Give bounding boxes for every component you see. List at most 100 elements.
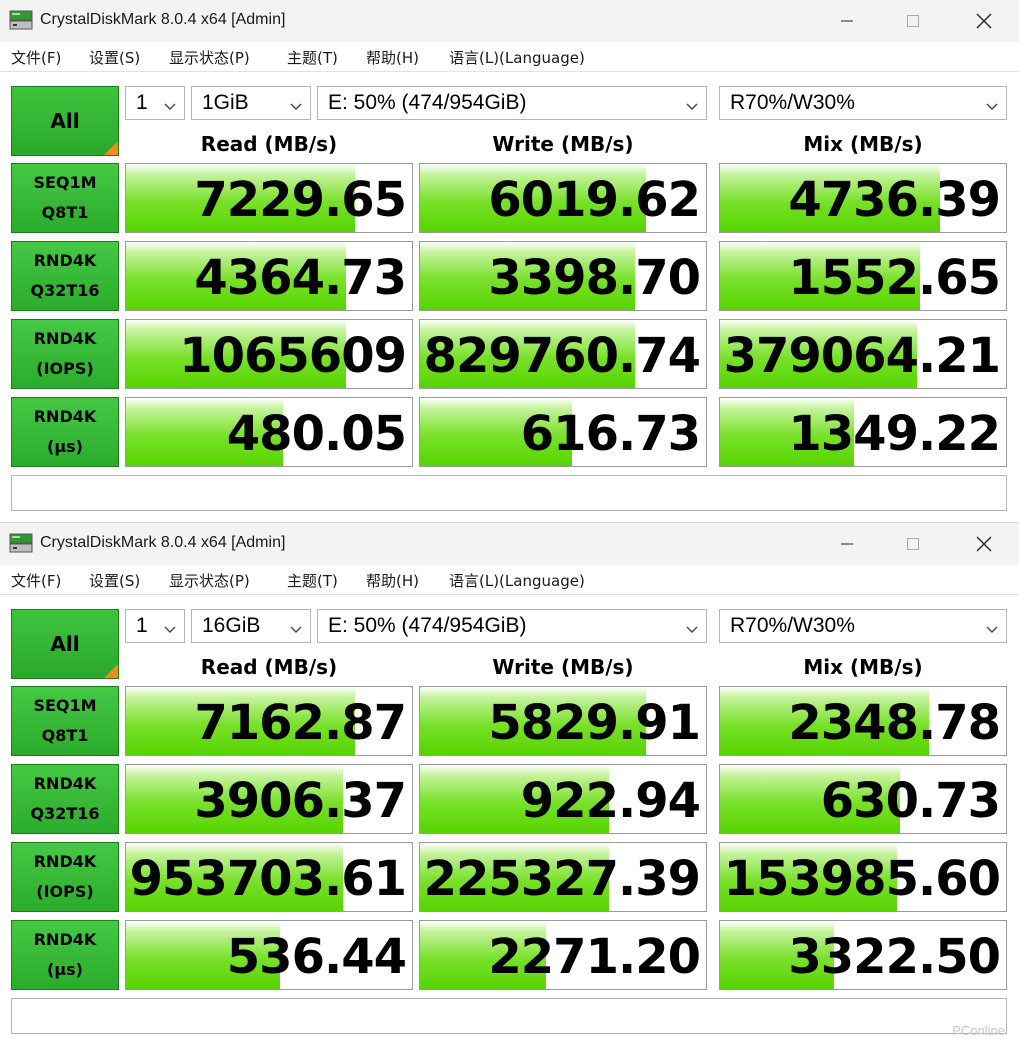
mix-ratio-select[interactable]: R70%/W30% xyxy=(719,609,1007,643)
write-value: 6019.62 xyxy=(488,172,701,228)
chevron-down-icon xyxy=(986,97,998,110)
window-title: CrystalDiskMark 8.0.4 x64 [Admin] xyxy=(40,11,286,28)
test-params: Q32T16 xyxy=(30,804,100,823)
read-value: 4364.73 xyxy=(194,250,407,306)
menu-item[interactable]: 文件(F) xyxy=(11,570,61,591)
write-result-cell: 225327.39 xyxy=(419,842,707,912)
minimize-button[interactable] xyxy=(816,523,878,565)
close-button[interactable] xyxy=(953,0,1015,42)
read-value: 3906.37 xyxy=(194,773,407,829)
comment-field[interactable] xyxy=(11,475,1007,511)
test-name: SEQ1M xyxy=(33,173,97,192)
read-result-cell: 536.44 xyxy=(125,920,413,990)
mix-ratio-select[interactable]: R70%/W30% xyxy=(719,86,1007,120)
select-value: 16GiB xyxy=(202,614,261,637)
menu-bar: 文件(F) 设置(S) 显示状态(P) 主题(T) 帮助(H) 语言(L)(Languag… xyxy=(0,565,1019,595)
test-button[interactable]: RND4K Q32T16 xyxy=(11,241,119,311)
run-all-label: All xyxy=(50,632,80,656)
maximize-button[interactable] xyxy=(882,0,944,42)
menu-item[interactable]: 设置(S) xyxy=(89,570,140,591)
test-button[interactable]: RND4K Q32T16 xyxy=(11,764,119,834)
test-name: RND4K xyxy=(33,251,97,270)
test-params: (IOPS) xyxy=(36,359,94,378)
menu-item[interactable]: 显示状态(P) xyxy=(169,47,250,68)
menu-item[interactable]: 主题(T) xyxy=(287,47,338,68)
write-value: 2271.20 xyxy=(488,929,701,985)
test-params: Q8T1 xyxy=(41,726,89,745)
test-size-select[interactable]: 16GiB xyxy=(191,609,311,643)
read-result-cell: 953703.61 xyxy=(125,842,413,912)
test-button[interactable]: SEQ1M Q8T1 xyxy=(11,163,119,233)
write-value: 5829.91 xyxy=(488,695,701,751)
test-button[interactable]: SEQ1M Q8T1 xyxy=(11,686,119,756)
menu-item[interactable]: 语言(L)(Language) xyxy=(449,570,585,591)
benchmark-panel: All 1 1GiB E: 50% (474/954GiB) R70%/W30% Read… xyxy=(0,73,1019,522)
test-params: (IOPS) xyxy=(36,882,94,901)
mix-header: Mix (MB/s) xyxy=(803,132,923,156)
read-result-cell: 480.05 xyxy=(125,397,413,467)
maximize-button[interactable] xyxy=(882,523,944,565)
drive-select[interactable]: E: 50% (474/954GiB) xyxy=(317,86,707,120)
mix-result-cell: 3322.50 xyxy=(719,920,1007,990)
menu-item[interactable]: 显示状态(P) xyxy=(169,570,250,591)
window-title: CrystalDiskMark 8.0.4 x64 [Admin] xyxy=(40,534,286,551)
cdm-window: CrystalDiskMark 8.0.4 x64 [Admin] 文件(F) 设置… xyxy=(0,522,1019,1046)
menu-item[interactable]: 帮助(H) xyxy=(366,570,419,591)
write-value: 829760.74 xyxy=(423,328,701,384)
test-count-select[interactable]: 1 xyxy=(125,86,185,120)
menu-item[interactable]: 主题(T) xyxy=(287,570,338,591)
comment-field[interactable] xyxy=(11,998,1007,1034)
write-header: Write (MB/s) xyxy=(492,655,634,679)
read-value: 536.44 xyxy=(226,929,407,985)
read-result-cell: 1065609 xyxy=(125,319,413,389)
menu-item[interactable]: 帮助(H) xyxy=(366,47,419,68)
read-value: 1065609 xyxy=(179,328,407,384)
test-button[interactable]: RND4K (µs) xyxy=(11,920,119,990)
test-size-select[interactable]: 1GiB xyxy=(191,86,311,120)
close-icon xyxy=(976,536,992,552)
test-button[interactable]: RND4K (µs) xyxy=(11,397,119,467)
write-result-cell: 829760.74 xyxy=(419,319,707,389)
mix-value: 2348.78 xyxy=(788,695,1001,751)
mix-value: 379064.21 xyxy=(723,328,1001,384)
run-all-button[interactable]: All xyxy=(11,86,119,156)
mix-value: 630.73 xyxy=(820,773,1001,829)
select-value: 1GiB xyxy=(202,91,249,114)
write-result-cell: 2271.20 xyxy=(419,920,707,990)
title-bar[interactable]: CrystalDiskMark 8.0.4 x64 [Admin] xyxy=(0,0,1019,42)
read-value: 953703.61 xyxy=(129,851,407,907)
read-value: 7229.65 xyxy=(194,172,407,228)
title-bar[interactable]: CrystalDiskMark 8.0.4 x64 [Admin] xyxy=(0,523,1019,565)
test-params: Q8T1 xyxy=(41,203,89,222)
test-button[interactable]: RND4K (IOPS) xyxy=(11,842,119,912)
write-value: 922.94 xyxy=(520,773,701,829)
select-value: E: 50% (474/954GiB) xyxy=(328,614,527,637)
test-name: RND4K xyxy=(33,774,97,793)
select-value: R70%/W30% xyxy=(730,614,855,637)
run-all-button[interactable]: All xyxy=(11,609,119,679)
run-all-label: All xyxy=(50,109,80,133)
test-params: (µs) xyxy=(47,960,83,979)
chevron-down-icon xyxy=(164,620,176,633)
menu-item[interactable]: 设置(S) xyxy=(89,47,140,68)
write-value: 225327.39 xyxy=(423,851,701,907)
disk-app-icon xyxy=(9,533,33,553)
close-icon xyxy=(976,13,992,29)
test-name: RND4K xyxy=(33,852,97,871)
close-button[interactable] xyxy=(953,523,1015,565)
minimize-icon xyxy=(841,20,853,22)
read-result-cell: 7162.87 xyxy=(125,686,413,756)
test-count-select[interactable]: 1 xyxy=(125,609,185,643)
menu-item[interactable]: 文件(F) xyxy=(11,47,61,68)
read-value: 480.05 xyxy=(226,406,407,462)
test-button[interactable]: RND4K (IOPS) xyxy=(11,319,119,389)
mix-value: 1349.22 xyxy=(788,406,1001,462)
select-value: 1 xyxy=(136,614,148,637)
minimize-button[interactable] xyxy=(816,0,878,42)
read-header: Read (MB/s) xyxy=(200,132,338,156)
drive-select[interactable]: E: 50% (474/954GiB) xyxy=(317,609,707,643)
menu-item[interactable]: 语言(L)(Language) xyxy=(449,47,585,68)
read-result-cell: 3906.37 xyxy=(125,764,413,834)
write-value: 3398.70 xyxy=(488,250,701,306)
maximize-icon xyxy=(907,15,919,27)
